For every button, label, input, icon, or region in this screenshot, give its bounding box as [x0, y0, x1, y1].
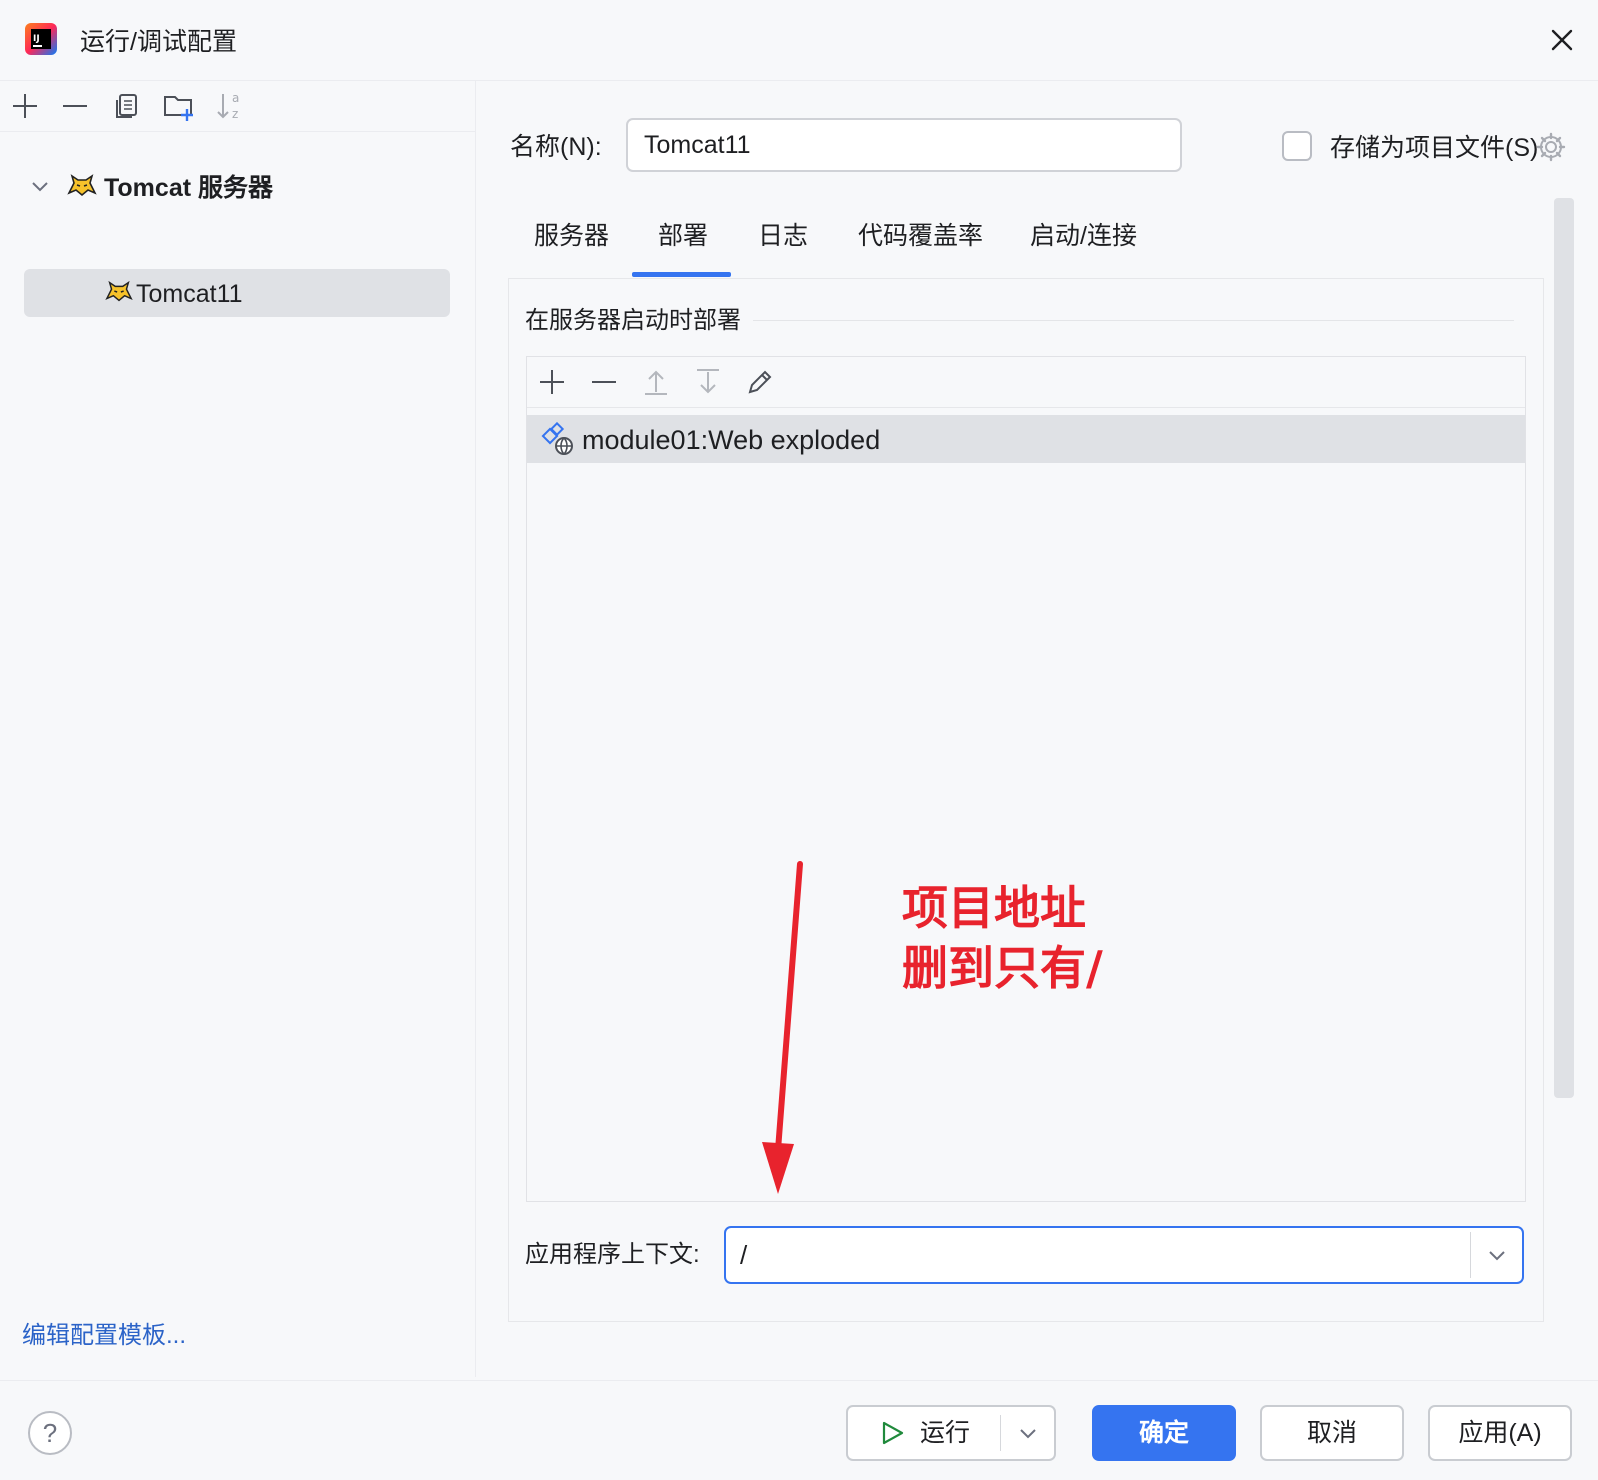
run-main-button[interactable]: 运行: [848, 1407, 1000, 1459]
chevron-down-icon: [1020, 1429, 1036, 1439]
apply-button[interactable]: 应用(A): [1428, 1405, 1572, 1461]
run-button[interactable]: 运行: [846, 1405, 1056, 1461]
tab-startup-connection[interactable]: 启动/连接: [1030, 216, 1137, 256]
deployment-list-panel: module01:Web exploded: [526, 356, 1526, 1202]
annotation-line-2: 删到只有/: [902, 941, 1103, 995]
close-icon[interactable]: [1544, 22, 1580, 58]
section-title: 在服务器启动时部署: [525, 304, 753, 338]
dialog-footer: ? 运行 确定 取消 应用(A): [0, 1380, 1598, 1480]
sort-alphabetically-icon[interactable]: az: [214, 89, 248, 123]
deployment-toolbar: [527, 357, 1525, 408]
svg-text:z: z: [232, 107, 238, 121]
tomcat-icon: [105, 280, 133, 302]
vertical-scrollbar[interactable]: [1554, 198, 1574, 1098]
annotation-text: 项目地址 删到只有/: [902, 878, 1103, 998]
active-tab-indicator: [632, 272, 731, 277]
svg-text:a: a: [232, 91, 239, 105]
title-bar: IJ 运行/调试配置: [0, 0, 1598, 81]
store-as-project-file-checkbox[interactable]: [1282, 131, 1312, 161]
window-title: 运行/调试配置: [80, 28, 237, 56]
cancel-button[interactable]: 取消: [1260, 1405, 1404, 1461]
run-button-divider: [1000, 1415, 1001, 1451]
application-context-label: 应用程序上下文:: [525, 1241, 700, 1268]
add-artifact-icon[interactable]: [535, 365, 569, 399]
intellij-logo-icon: IJ: [25, 23, 57, 55]
list-item[interactable]: module01:Web exploded: [527, 415, 1525, 463]
run-icon: [882, 1421, 904, 1445]
tomcat-icon: [67, 174, 97, 197]
sidebar-toolbar: az: [0, 81, 475, 132]
annotation-line-1: 项目地址: [902, 881, 1086, 935]
help-button[interactable]: ?: [28, 1411, 72, 1455]
web-module-icon: [541, 422, 573, 455]
remove-artifact-icon[interactable]: [587, 365, 621, 399]
tree-group-label: Tomcat 服务器: [104, 174, 273, 202]
store-as-project-file-label[interactable]: 存储为项目文件(S): [1330, 131, 1538, 165]
tree-group-tomcat-server[interactable]: Tomcat 服务器: [24, 163, 450, 211]
move-down-icon[interactable]: [691, 365, 725, 399]
new-folder-icon[interactable]: [162, 89, 196, 123]
artifact-label: module01:Web exploded: [582, 425, 881, 455]
gear-icon[interactable]: [1534, 130, 1568, 164]
tab-server[interactable]: 服务器: [534, 216, 609, 256]
run-dropdown-button[interactable]: [1002, 1407, 1054, 1459]
remove-configuration-icon[interactable]: [58, 89, 92, 123]
name-label: 名称(N):: [510, 133, 602, 161]
application-context-combobox[interactable]: [724, 1226, 1524, 1284]
move-up-icon[interactable]: [639, 365, 673, 399]
configurations-sidebar: az Tomcat 服务器 Tomcat11: [0, 81, 476, 1377]
annotation-arrow-icon: [762, 861, 803, 1194]
name-field[interactable]: [626, 118, 1182, 172]
tree-item-tomcat11[interactable]: Tomcat11: [24, 269, 450, 317]
combobox-divider: [1470, 1232, 1471, 1278]
run-label: 运行: [919, 1419, 970, 1447]
context-dropdown-button[interactable]: [1472, 1228, 1522, 1282]
section-divider: [752, 320, 1514, 321]
tree-item-label: Tomcat11: [136, 280, 243, 308]
ok-button[interactable]: 确定: [1092, 1405, 1236, 1461]
edit-configuration-templates-link[interactable]: 编辑配置模板...: [22, 1315, 186, 1350]
tab-deployment[interactable]: 部署: [658, 216, 708, 256]
tab-code-coverage[interactable]: 代码覆盖率: [858, 216, 983, 256]
application-context-input[interactable]: [740, 1228, 1440, 1282]
chevron-down-icon: [1489, 1251, 1505, 1261]
add-configuration-icon[interactable]: [8, 89, 42, 123]
copy-configuration-icon[interactable]: [110, 89, 144, 123]
edit-pencil-icon[interactable]: [743, 365, 777, 399]
svg-text:IJ: IJ: [33, 34, 40, 44]
tab-logs[interactable]: 日志: [758, 216, 808, 256]
chevron-down-icon[interactable]: [28, 175, 52, 199]
